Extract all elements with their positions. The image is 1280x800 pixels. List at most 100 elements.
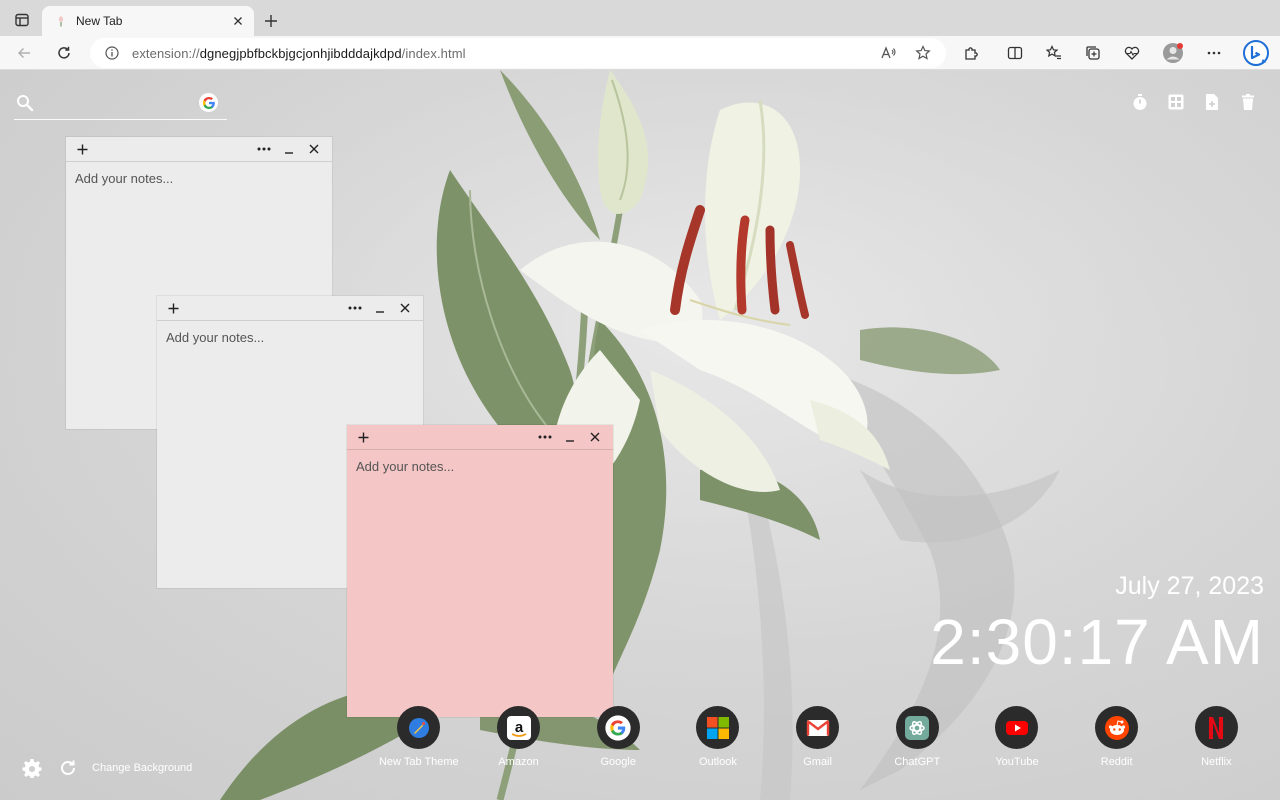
more-horizontal-icon	[1207, 51, 1221, 55]
clock-display: 2:30:17 AM	[930, 606, 1264, 678]
search-input[interactable]	[40, 92, 200, 116]
url-scheme: extension://	[132, 45, 200, 61]
url-host: dgnegjpbfbckbjgcjonhjibdddajkdpd	[199, 45, 402, 61]
timer-button[interactable]	[1130, 92, 1150, 112]
url-text: extension://dgnegjpbfbckbjgcjonhjibdddaj…	[132, 46, 466, 61]
gmail-icon	[806, 719, 829, 736]
gear-icon	[22, 759, 42, 778]
youtube-icon	[1005, 720, 1028, 735]
collections-icon	[1086, 46, 1100, 60]
settings-and-more-button[interactable]	[1200, 40, 1228, 66]
grid-icon	[1168, 94, 1184, 110]
shortcut-outlook[interactable]: Outlook	[668, 706, 768, 768]
note-header	[347, 425, 613, 450]
google-search-engine-icon[interactable]	[199, 93, 218, 112]
note-menu-icon[interactable]	[254, 141, 274, 157]
amazon-icon: a	[506, 715, 531, 740]
new-tab-page: Add your notes... Add your notes... Add …	[0, 70, 1280, 800]
add-file-icon	[1206, 94, 1218, 110]
netflix-icon	[1209, 716, 1224, 739]
collections-button[interactable]	[1079, 40, 1107, 66]
note-text[interactable]: Add your notes...	[157, 321, 423, 354]
shortcut-label: ChatGPT	[894, 756, 941, 768]
outlook-icon	[706, 716, 729, 739]
plus-icon[interactable]	[355, 429, 371, 445]
shortcut-label: Outlook	[698, 756, 737, 768]
read-aloud-icon[interactable]	[876, 40, 902, 66]
plus-icon[interactable]	[165, 300, 181, 316]
shortcut-chatgpt[interactable]: ChatGPT	[867, 706, 967, 768]
shortcut-label: Google	[600, 756, 636, 768]
tab-title: New Tab	[76, 14, 123, 28]
new-tab-button[interactable]	[260, 10, 282, 32]
note-menu-icon[interactable]	[345, 300, 365, 316]
refresh-background-button[interactable]	[58, 758, 78, 778]
browser-essentials-button[interactable]	[1118, 40, 1146, 66]
plus-icon[interactable]	[74, 141, 90, 157]
stopwatch-icon	[1133, 94, 1147, 110]
shortcut-bar: New Tab Theme a Amazon Google Outlook Gm…	[369, 706, 1266, 768]
tab-strip: New Tab	[0, 0, 1280, 36]
tab-actions-menu-button[interactable]	[8, 8, 36, 32]
browser-toolbar: extension://dgnegjpbfbckbjgcjonhjibdddaj…	[0, 36, 1280, 70]
tab-actions-icon	[15, 13, 29, 27]
refresh-icon	[61, 760, 75, 775]
close-icon[interactable]	[395, 300, 415, 316]
split-screen-icon	[1007, 46, 1023, 60]
date-display: July 27, 2023	[1115, 572, 1264, 600]
trash-icon	[1242, 94, 1254, 110]
shortcut-label: Netflix	[1201, 756, 1232, 768]
close-tab-icon[interactable]	[230, 13, 246, 29]
extensions-button[interactable]	[957, 40, 985, 66]
minimize-icon[interactable]	[370, 300, 390, 316]
shortcut-label: YouTube	[995, 756, 1039, 768]
favorite-star-icon[interactable]	[910, 40, 936, 66]
google-icon	[605, 714, 631, 741]
note-menu-icon[interactable]	[535, 429, 555, 445]
bing-copilot-button[interactable]	[1241, 38, 1271, 68]
apps-grid-button[interactable]	[1166, 92, 1186, 112]
close-icon[interactable]	[304, 141, 324, 157]
change-background-link[interactable]: Change Background	[92, 762, 192, 774]
avatar	[1163, 43, 1183, 63]
shortcut-label: New Tab Theme	[378, 756, 459, 768]
chatgpt-icon	[905, 715, 930, 740]
minimize-icon[interactable]	[279, 141, 299, 157]
add-note-button[interactable]	[1202, 92, 1222, 112]
sticky-note-3[interactable]: Add your notes...	[347, 425, 613, 717]
plus-icon	[265, 15, 277, 27]
shortcut-google[interactable]: Google	[568, 706, 668, 768]
shortcut-label: Reddit	[1100, 756, 1133, 768]
search-icon[interactable]	[16, 94, 34, 112]
settings-button[interactable]	[22, 758, 42, 778]
shortcut-youtube[interactable]: YouTube	[967, 706, 1067, 768]
shortcut-amazon[interactable]: a Amazon	[469, 706, 569, 768]
puzzle-icon	[965, 47, 978, 60]
note-text[interactable]: Add your notes...	[347, 450, 613, 483]
reddit-icon	[1104, 715, 1129, 740]
site-info-icon[interactable]	[104, 45, 120, 61]
address-bar[interactable]: extension://dgnegjpbfbckbjgcjonhjibdddaj…	[90, 38, 946, 68]
favorites-button[interactable]	[1040, 40, 1068, 66]
heart-pulse-icon	[1124, 46, 1140, 60]
profile-button[interactable]	[1159, 40, 1187, 66]
split-screen-button[interactable]	[1001, 40, 1029, 66]
shortcut-label: Gmail	[803, 756, 832, 768]
url-path: /index.html	[401, 45, 466, 61]
reload-icon	[58, 46, 70, 59]
back-button[interactable]	[10, 40, 38, 66]
shortcut-reddit[interactable]: Reddit	[1067, 706, 1167, 768]
tab-new-tab[interactable]: New Tab	[42, 6, 254, 36]
reload-button[interactable]	[50, 40, 78, 66]
minimize-icon[interactable]	[560, 429, 580, 445]
shortcut-gmail[interactable]: Gmail	[768, 706, 868, 768]
favorites-list-icon	[1046, 45, 1061, 60]
shortcut-label: Amazon	[498, 756, 539, 768]
note-header	[66, 137, 332, 162]
shortcut-new-tab-theme[interactable]: New Tab Theme	[369, 706, 469, 768]
close-icon[interactable]	[585, 429, 605, 445]
shortcut-netflix[interactable]: Netflix	[1167, 706, 1267, 768]
back-arrow-icon	[17, 47, 30, 59]
note-text[interactable]: Add your notes...	[66, 162, 332, 195]
delete-notes-button[interactable]	[1238, 92, 1258, 112]
